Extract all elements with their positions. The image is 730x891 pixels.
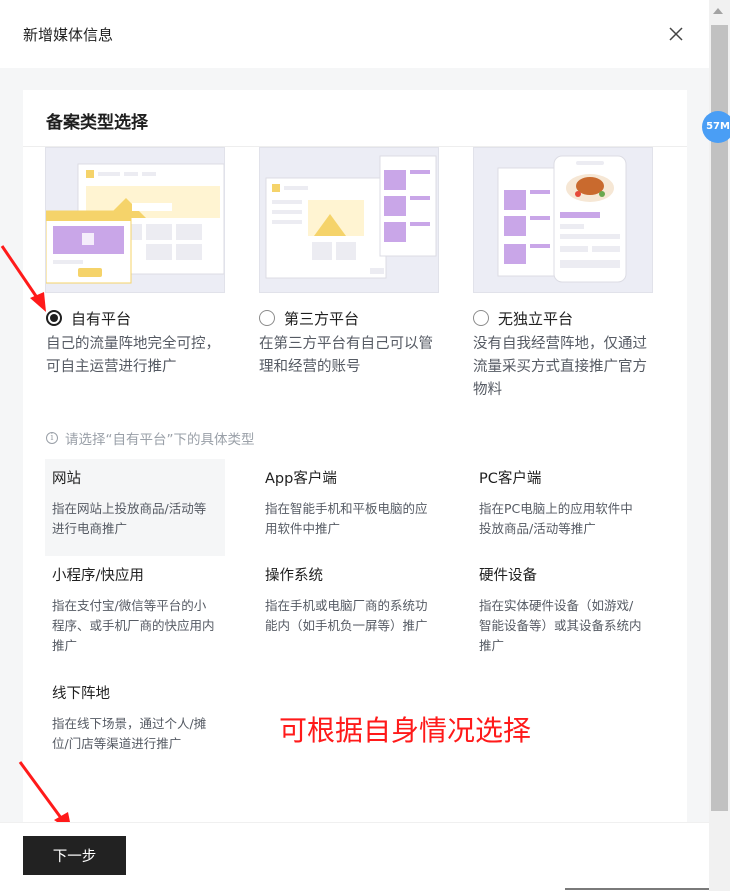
type-desc: 指在支付宝/微信等平台的小程序、或手机厂商的快应用内推广 bbox=[52, 598, 215, 653]
radio-label: 自有平台 bbox=[71, 309, 132, 328]
radio-own-platform[interactable]: 自有平台 bbox=[46, 307, 131, 329]
type-operating-system[interactable]: 操作系统 指在手机或电脑厂商的系统功能内（如手机负一屏等）推广 bbox=[258, 556, 438, 653]
type-desc: 指在智能手机和平板电脑的应用软件中推广 bbox=[265, 501, 428, 536]
radio-no-platform[interactable]: 无独立平台 bbox=[473, 307, 573, 329]
no-platform-desc: 没有自我经营阵地，仅通过流量采买方式直接推广官方物料 bbox=[473, 336, 647, 398]
type-desc: 指在手机或电脑厂商的系统功能内（如手机负一屏等）推广 bbox=[265, 598, 428, 633]
hint-text: 请选择“自有平台”下的具体类型 bbox=[65, 432, 255, 448]
next-button[interactable]: 下一步 bbox=[23, 836, 126, 875]
type-name: 小程序/快应用 bbox=[52, 568, 144, 584]
type-website[interactable]: 网站 指在网站上投放商品/活动等进行电商推广 bbox=[45, 459, 225, 556]
section-title: 备案类型选择 bbox=[46, 113, 148, 133]
type-app-client[interactable]: App客户端 指在智能手机和平板电脑的应用软件中推广 bbox=[258, 459, 438, 556]
radio-label: 无独立平台 bbox=[498, 309, 574, 328]
type-desc: 指在网站上投放商品/活动等进行电商推广 bbox=[52, 501, 207, 536]
radio-unchecked-icon bbox=[473, 310, 489, 326]
annotation-text: 可根据自身情况选择 bbox=[279, 714, 532, 747]
type-name: 硬件设备 bbox=[479, 568, 537, 584]
radio-label: 第三方平台 bbox=[284, 309, 360, 328]
own-platform-illustration bbox=[45, 147, 225, 293]
type-name: 操作系统 bbox=[265, 568, 323, 584]
floating-badge[interactable]: 57M bbox=[702, 111, 730, 143]
no-platform-illustration bbox=[473, 147, 653, 293]
dialog-title: 新增媒体信息 bbox=[23, 26, 114, 44]
type-desc: 指在线下场景，通过个人/摊位/门店等渠道进行推广 bbox=[52, 716, 207, 751]
type-desc: 指在PC电脑上的应用软件中投放商品/活动等推广 bbox=[479, 501, 633, 536]
red-arrow-icon bbox=[0, 245, 46, 312]
bottom-divider bbox=[565, 888, 710, 890]
type-name: 线下阵地 bbox=[52, 686, 110, 702]
type-offline[interactable]: 线下阵地 指在线下场景，通过个人/摊位/门店等渠道进行推广 bbox=[45, 674, 225, 771]
type-mini-program[interactable]: 小程序/快应用 指在支付宝/微信等平台的小程序、或手机厂商的快应用内推广 bbox=[45, 556, 225, 653]
info-icon: i bbox=[46, 432, 58, 444]
scroll-up-icon[interactable] bbox=[713, 8, 723, 14]
type-desc: 指在实体硬件设备（如游戏/智能设备等）或其设备系统内推广 bbox=[479, 598, 642, 653]
dialog-header: 新增媒体信息 bbox=[0, 0, 709, 68]
close-icon bbox=[669, 27, 683, 41]
radio-unchecked-icon bbox=[259, 310, 275, 326]
type-hint: i 请选择“自有平台”下的具体类型 bbox=[46, 428, 255, 448]
radio-third-party[interactable]: 第三方平台 bbox=[259, 307, 359, 329]
third-party-desc: 在第三方平台有自己可以管理和经营的账号 bbox=[259, 336, 433, 375]
third-party-illustration bbox=[259, 147, 439, 293]
close-button[interactable] bbox=[664, 22, 688, 46]
type-name: 网站 bbox=[52, 471, 81, 487]
type-name: PC客户端 bbox=[479, 471, 542, 487]
type-hardware[interactable]: 硬件设备 指在实体硬件设备（如游戏/智能设备等）或其设备系统内推广 bbox=[472, 556, 652, 653]
own-platform-desc: 自己的流量阵地完全可控，可自主运营进行推广 bbox=[46, 336, 220, 375]
type-name: App客户端 bbox=[265, 471, 337, 487]
type-pc-client[interactable]: PC客户端 指在PC电脑上的应用软件中投放商品/活动等推广 bbox=[472, 459, 652, 556]
